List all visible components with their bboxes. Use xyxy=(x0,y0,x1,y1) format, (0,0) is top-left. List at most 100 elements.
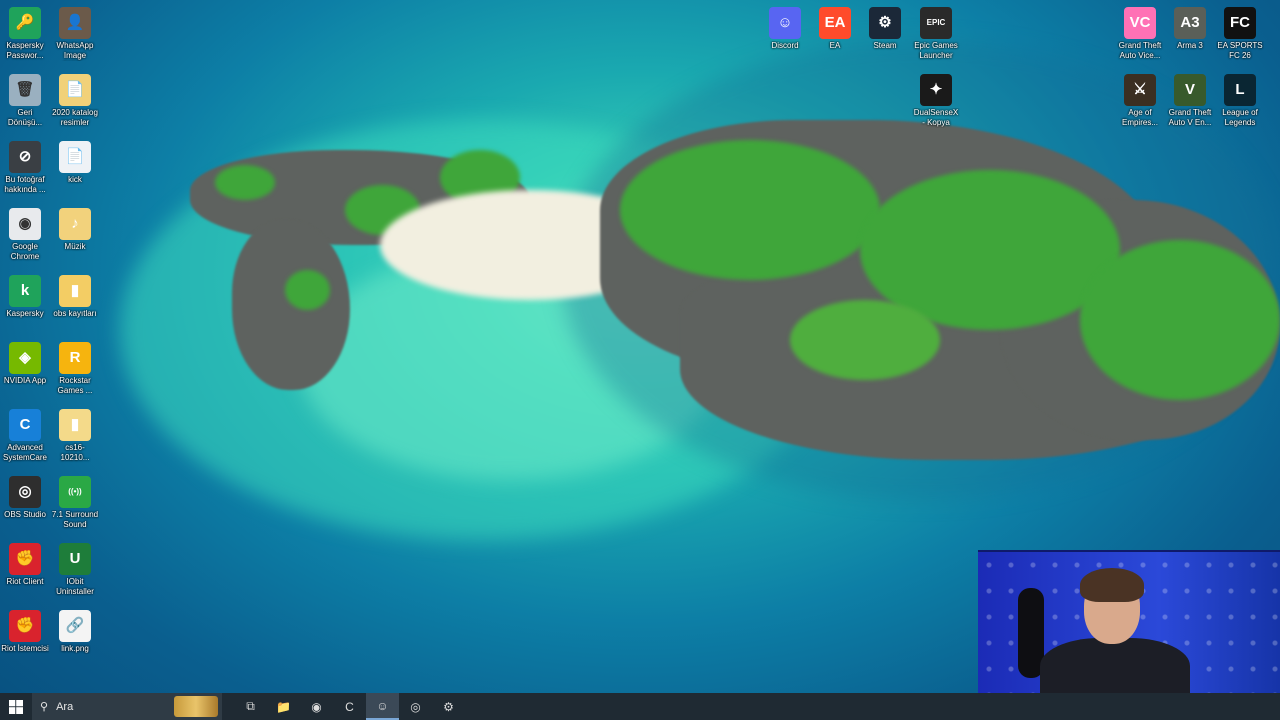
desktop-shortcut[interactable]: 📄 2020 katalog resimler xyxy=(51,74,99,128)
file-explorer-icon: 📁 xyxy=(276,699,291,714)
desktop-shortcut-label: Grand Theft Auto V En... xyxy=(1168,108,1212,127)
desktop-shortcut[interactable]: R Rockstar Games ... xyxy=(51,342,99,396)
ea-sports-fc26-icon: FC xyxy=(1224,7,1256,39)
desktop-shortcut[interactable]: ▮ cs16-10210... xyxy=(51,409,99,463)
gta-vice-city-icon: VC xyxy=(1124,7,1156,39)
desktop-shortcut-label: Age of Empires... xyxy=(1121,108,1158,127)
epic-games-icon: EPIC xyxy=(920,7,952,39)
steam-taskbar-button[interactable]: ⚙ xyxy=(432,693,465,720)
desktop-shortcut[interactable]: 👤 WhatsApp Image 2026... xyxy=(51,7,99,61)
desktop-shortcut[interactable]: L League of Legends xyxy=(1216,74,1264,128)
desktop-shortcut-label: cs16-10210... xyxy=(60,443,90,462)
desktop-shortcut-label: Geri Dönüşü... xyxy=(7,108,43,127)
cs16-folder-icon: ▮ xyxy=(59,409,91,441)
desktop-shortcut[interactable]: A3 Arma 3 xyxy=(1166,7,1214,51)
desktop-shortcut[interactable]: ✊ Riot İstemcisi xyxy=(1,610,49,654)
taskbar: ⚲ Ara ⧉ 📁 ◉ C ☺ ◎ ⚙ xyxy=(0,693,1280,720)
desktop-shortcut-label: Müzik xyxy=(64,242,86,251)
folder-katalog-icon: 📄 xyxy=(59,74,91,106)
google-chrome-icon: ◉ xyxy=(9,208,41,240)
taskbar-pinned-apps: ⧉ 📁 ◉ C ☺ ◎ ⚙ xyxy=(234,693,465,720)
desktop-shortcut-label: kick xyxy=(68,175,82,184)
desktop-shortcut[interactable]: FC EA SPORTS FC 26 xyxy=(1216,7,1264,61)
desktop-shortcut-label: OBS Studio xyxy=(4,510,46,519)
advanced-systemcare-taskbar-icon: C xyxy=(345,699,354,714)
desktop-shortcut[interactable]: U IObit Uninstaller xyxy=(51,543,99,597)
desktop-shortcut-label: obs kayıtları xyxy=(53,309,97,318)
desktop-shortcut[interactable]: ◉ Google Chrome xyxy=(1,208,49,262)
search-placeholder: Ara xyxy=(56,700,74,713)
desktop-shortcut[interactable]: VC Grand Theft Auto Vice... xyxy=(1116,7,1164,61)
desktop-shortcut-label: Riot Client xyxy=(6,577,44,586)
gta-v-icon: V xyxy=(1174,74,1206,106)
iobit-uninstaller-icon: U xyxy=(59,543,91,575)
desktop-shortcut-label: Riot İstemcisi xyxy=(1,644,49,653)
desktop-shortcut-label: NVIDIA App xyxy=(3,376,47,385)
desktop-shortcut[interactable]: 🔗 link.png xyxy=(51,610,99,654)
desktop-shortcut[interactable]: ◎ OBS Studio xyxy=(1,476,49,520)
desktop-shortcut[interactable]: ☺ Discord xyxy=(761,7,809,51)
taskbar-search-box[interactable]: ⚲ Ara xyxy=(32,693,222,720)
search-highlight-image xyxy=(174,696,218,717)
league-of-legends-icon: L xyxy=(1224,74,1256,106)
desktop-shortcut[interactable]: ✊ Riot Client xyxy=(1,543,49,587)
obs-studio-icon: ◎ xyxy=(9,476,41,508)
nvidia-app-icon: ◈ xyxy=(9,342,41,374)
discord-taskbar-button[interactable]: ☺ xyxy=(366,693,399,720)
desktop-shortcut[interactable]: ⚔ Age of Empires... xyxy=(1116,74,1164,128)
desktop-shortcut[interactable]: 📄 kick xyxy=(51,141,99,185)
desktop-shortcut[interactable]: ⊘ Bu fotoğraf hakkında ... xyxy=(1,141,49,195)
windows-start-icon xyxy=(9,699,23,714)
desktop-shortcut-label: Kaspersky xyxy=(6,309,44,318)
desktop-shortcut[interactable]: ▮ obs kayıtları xyxy=(51,275,99,319)
riot-client-icon: ✊ xyxy=(9,543,41,575)
file-explorer-button[interactable]: 📁 xyxy=(267,693,300,720)
discord-icon: ☺ xyxy=(769,7,801,39)
chrome-taskbar-button[interactable]: ◉ xyxy=(300,693,333,720)
desktop-shortcut[interactable]: C Advanced SystemCare xyxy=(1,409,49,463)
desktop-shortcut-label: IObit Uninstaller xyxy=(56,577,94,596)
kaspersky-icon: k xyxy=(9,275,41,307)
desktop-shortcut-label: WhatsApp Image 2026... xyxy=(56,41,94,60)
desktop-shortcut[interactable]: 🔑 Kaspersky Passwor... xyxy=(1,7,49,61)
desktop-shortcut-label: Arma 3 xyxy=(1177,41,1203,50)
app-bu-fotograf-icon: ⊘ xyxy=(9,141,41,173)
desktop-shortcut-label: Epic Games Launcher xyxy=(914,41,958,60)
steam-icon: ⚙ xyxy=(869,7,901,39)
desktop-shortcut-label: Google Chrome xyxy=(10,242,40,261)
desktop-shortcut[interactable]: ⚙ Steam xyxy=(861,7,909,51)
desktop-shortcut-label: Advanced SystemCare xyxy=(2,443,47,462)
person-body xyxy=(1040,638,1190,695)
advanced-systemcare-taskbar-button[interactable]: C xyxy=(333,693,366,720)
desktop-shortcut[interactable]: EPIC Epic Games Launcher xyxy=(912,7,960,61)
kaspersky-password-icon: 🔑 xyxy=(9,7,41,39)
start-button[interactable] xyxy=(0,693,32,720)
desktop-shortcut[interactable]: ♪ Müzik xyxy=(51,208,99,252)
desktop-shortcut[interactable]: ((•)) 7.1 Surround Sound xyxy=(51,476,99,530)
desktop-shortcut[interactable]: ◈ NVIDIA App xyxy=(1,342,49,386)
steam-taskbar-icon: ⚙ xyxy=(443,699,454,714)
link-png-icon: 🔗 xyxy=(59,610,91,642)
webcam-overlay xyxy=(978,550,1280,695)
desktop-shortcut-label: link.png xyxy=(61,644,89,653)
kick-file-icon: 📄 xyxy=(59,141,91,173)
desktop-shortcut[interactable]: 🗑 Geri Dönüşü... xyxy=(1,74,49,128)
desktop-shortcut-label: League of Legends xyxy=(1222,108,1258,127)
desktop-shortcut-label: Bu fotoğraf hakkında ... xyxy=(4,175,46,194)
advanced-systemcare-icon: C xyxy=(9,409,41,441)
whatsapp-image-icon: 👤 xyxy=(59,7,91,39)
desktop-shortcut[interactable]: EA EA xyxy=(811,7,859,51)
person-hair xyxy=(1080,568,1144,602)
task-view-icon: ⧉ xyxy=(246,699,255,713)
desktop-shortcut[interactable]: ✦ DualSenseX - Kopya xyxy=(912,74,960,128)
obs-kayitlari-folder-icon: ▮ xyxy=(59,275,91,307)
task-view-button[interactable]: ⧉ xyxy=(234,693,267,720)
desktop-shortcut[interactable]: V Grand Theft Auto V En... xyxy=(1166,74,1214,128)
ea-icon: EA xyxy=(819,7,851,39)
desktop-shortcut-label: 7.1 Surround Sound xyxy=(51,510,99,529)
obs-taskbar-button[interactable]: ◎ xyxy=(399,693,432,720)
desktop-shortcut[interactable]: k Kaspersky xyxy=(1,275,49,319)
desktop-shortcut-label: Grand Theft Auto Vice... xyxy=(1118,41,1162,60)
desktop-shortcut-label: EA SPORTS FC 26 xyxy=(1217,41,1263,60)
chrome-taskbar-icon: ◉ xyxy=(311,699,322,714)
